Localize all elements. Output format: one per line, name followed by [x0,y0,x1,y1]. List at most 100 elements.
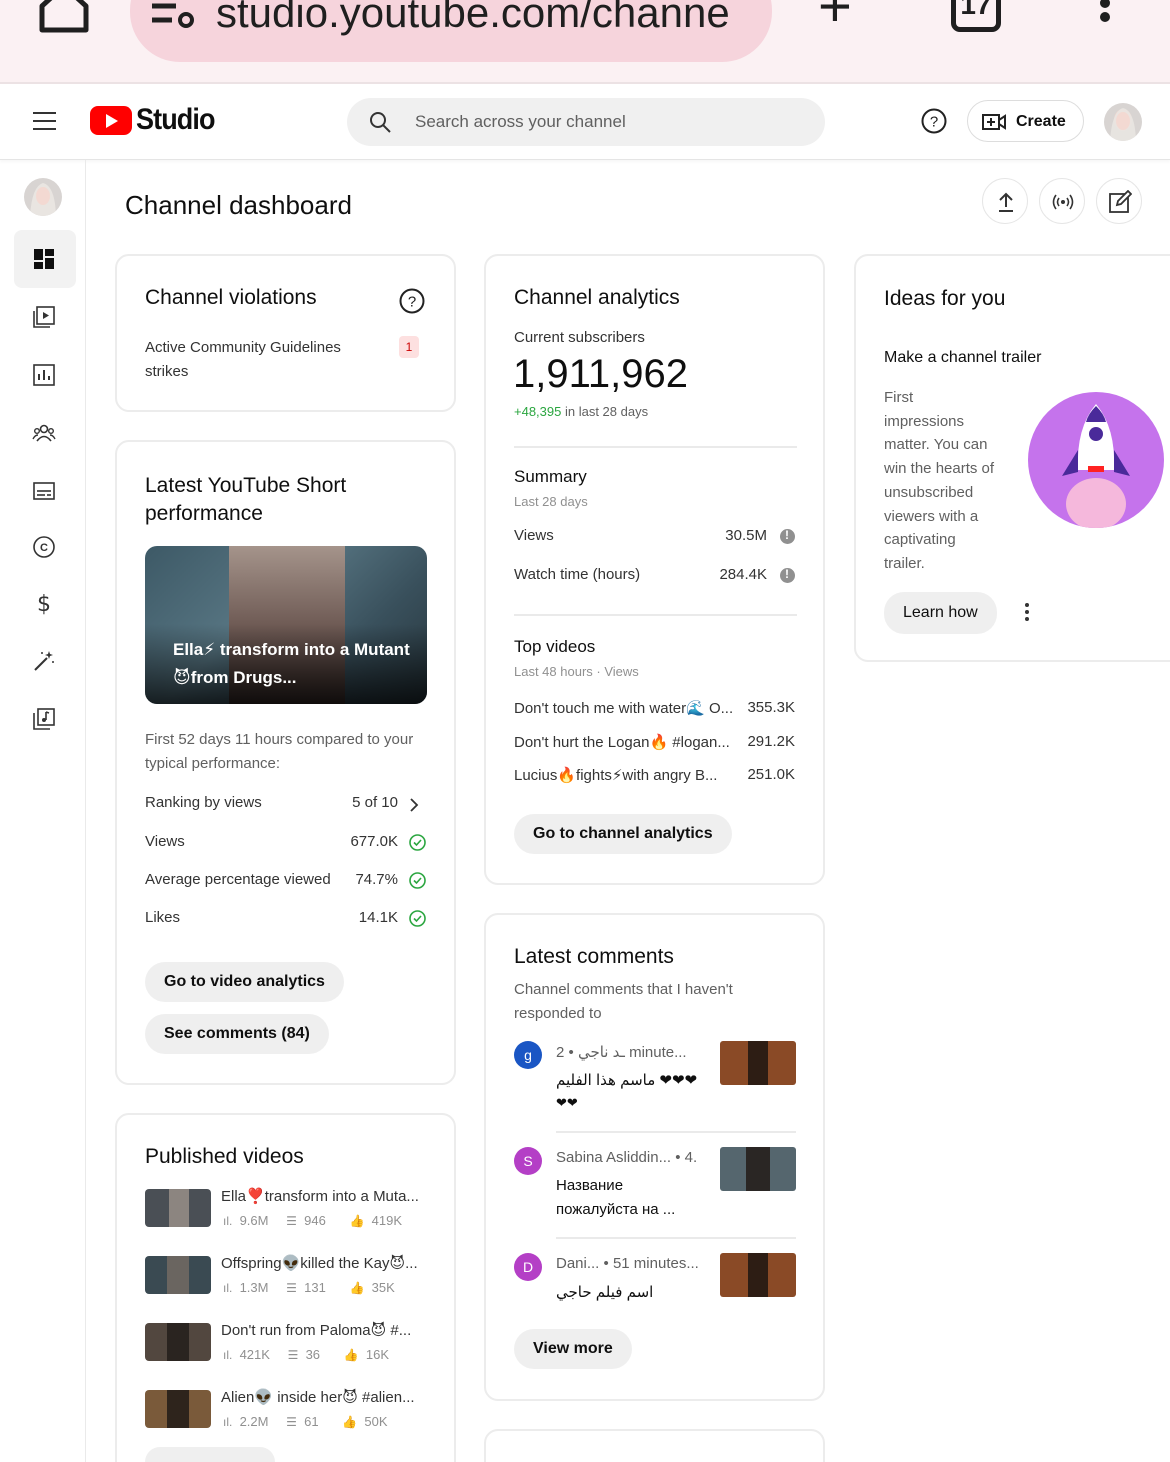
url-text: studio.youtube.com/channe [216,0,730,36]
info-icon[interactable] [780,567,795,583]
comment-video-thumbnail[interactable] [720,1253,796,1297]
latest-comments-card: Latest comments Channel comments that I … [484,913,825,1401]
bar-chart-icon: ıl. [223,1415,233,1429]
video-title[interactable]: Alien👽 inside her😈 #alien... [221,1388,415,1406]
top-video-title[interactable]: Don't touch me with water🌊 O... [514,699,733,717]
sidebar-item-customization[interactable] [14,632,76,690]
thumb-up-icon: 👍 [349,1214,365,1228]
sidebar-item-content[interactable] [14,288,76,346]
more-vert-icon[interactable] [1024,602,1030,622]
comment-icon: ☰ [286,1415,297,1429]
subscriber-delta: +48,395 in last 28 days [514,404,649,419]
video-analytics-button[interactable]: Go to video analytics [145,962,344,1002]
sidebar-item-community[interactable] [14,404,76,462]
create-post-button[interactable] [1096,178,1142,224]
browser-toolbar: studio.youtube.com/channe + 17 [0,0,1170,84]
card-title: Ideas for you [884,287,1006,310]
comment-text: ماسم هذا الفليم ❤❤❤ [556,1072,698,1089]
strike-count-badge: 1 [399,336,419,358]
home-icon[interactable] [36,0,92,34]
view-more-button[interactable]: View more [514,1329,632,1369]
help-icon[interactable]: ? [921,108,947,134]
thumb-up-icon: 👍 [343,1348,359,1362]
summary-value: 284.4K [719,566,767,583]
video-title[interactable]: Don't run from Paloma😈 #... [221,1321,411,1339]
channel-avatar[interactable] [24,178,62,216]
video-thumbnail[interactable] [145,1256,211,1294]
go-to-videos-button[interactable] [145,1447,275,1462]
help-icon[interactable]: ? [399,288,425,314]
card-title: Published videos [145,1145,304,1168]
see-comments-button[interactable]: See comments (84) [145,1014,329,1054]
upload-icon [999,192,1013,212]
studio-logo-text[interactable]: Studio [136,103,215,137]
sidebar-item-audio-library[interactable] [14,690,76,748]
sidebar-item-subtitles[interactable] [14,462,76,520]
channel-analytics-card: Channel analytics Current subscribers 1,… [484,254,825,885]
video-thumbnail[interactable] [145,1390,211,1428]
latest-short-card: Latest YouTube Short performance Ella⚡ t… [115,440,456,1085]
audio-library-icon [33,708,55,730]
more-vert-icon[interactable] [1098,0,1112,36]
summary-value: 30.5M [725,527,767,544]
video-thumbnail[interactable] [145,1323,211,1361]
learn-how-button[interactable]: Learn how [884,592,997,634]
new-tab-icon[interactable]: + [818,0,852,36]
metric-value: 14.1K [358,909,398,926]
dashboard-icon [34,249,54,269]
top-video-title[interactable]: Lucius🔥fights⚡with angry B... [514,766,717,784]
svg-text:?: ? [408,294,416,311]
info-icon[interactable] [780,528,795,544]
strikes-label: Active Community Guidelines strikes [145,339,341,380]
sidebar-item-dashboard[interactable] [14,230,76,288]
summary-label: Views [514,527,554,544]
youtube-logo-icon[interactable] [90,106,132,135]
svg-text:$: $ [37,592,51,615]
bar-chart-icon: ıl. [223,1348,233,1362]
comments-subtitle: Channel comments that I haven't responde… [514,981,733,1022]
menu-icon[interactable] [33,112,56,130]
video-add-icon [982,114,1006,130]
channel-analytics-button[interactable]: Go to channel analytics [514,814,732,854]
upload-button[interactable] [982,178,1028,224]
account-avatar[interactable] [1104,103,1142,141]
card-title: Latest comments [514,945,674,968]
idea-heading: Make a channel trailer [884,349,1042,366]
top-video-title[interactable]: Don't hurt the Logan🔥 #logan... [514,733,730,751]
video-thumbnail[interactable] [145,1189,211,1227]
subscribers-label: Current subscribers [514,329,645,346]
top-videos-title: Top videos [514,637,596,656]
address-bar[interactable]: studio.youtube.com/channe [130,0,772,62]
metric-label: Views [145,833,185,850]
card-title: Latest YouTube Short performance [145,474,347,525]
tab-switcher-button[interactable]: 17 [951,0,1001,32]
video-title[interactable]: Ella❣️transform into a Muta... [221,1187,419,1205]
comment-video-thumbnail[interactable] [720,1147,796,1191]
metric-label: Average percentage viewed [145,871,331,888]
commenter-avatar[interactable]: g [514,1041,542,1069]
comment-icon: ☰ [286,1281,297,1295]
site-settings-icon[interactable] [150,0,196,30]
create-button[interactable]: Create [967,100,1084,142]
comment-video-thumbnail[interactable] [720,1041,796,1085]
go-live-button[interactable] [1039,178,1085,224]
sidebar-item-copyright[interactable]: C [14,518,76,576]
live-icon [1052,194,1074,210]
bar-chart-icon: ıl. [223,1281,233,1295]
compare-text: First 52 days 11 hours compared to your … [145,731,414,772]
chevron-right-icon[interactable] [409,798,419,812]
comment-meta: Sabina Asliddin... • 4. [556,1149,698,1166]
card-title: Channel analytics [514,286,680,309]
svg-text:?: ? [930,114,938,131]
search-input[interactable]: Search across your channel [347,98,825,146]
comment-icon: ☰ [287,1348,299,1362]
top-video-views: 291.2K [747,733,795,750]
sidebar-item-earn[interactable]: $ [14,574,76,632]
idea-body: First impressions matter. You can win th… [884,389,995,572]
short-thumbnail[interactable]: Ella⚡ transform into a Mutant😈from Drugs… [145,546,427,704]
commenter-avatar[interactable]: D [514,1253,542,1281]
commenter-avatar[interactable]: S [514,1147,542,1175]
sidebar-item-analytics[interactable] [14,346,76,404]
video-title[interactable]: Offspring👽killed the Kay😈... [221,1254,418,1272]
comment-text-line2: пожалуйста на ... [556,1201,676,1218]
